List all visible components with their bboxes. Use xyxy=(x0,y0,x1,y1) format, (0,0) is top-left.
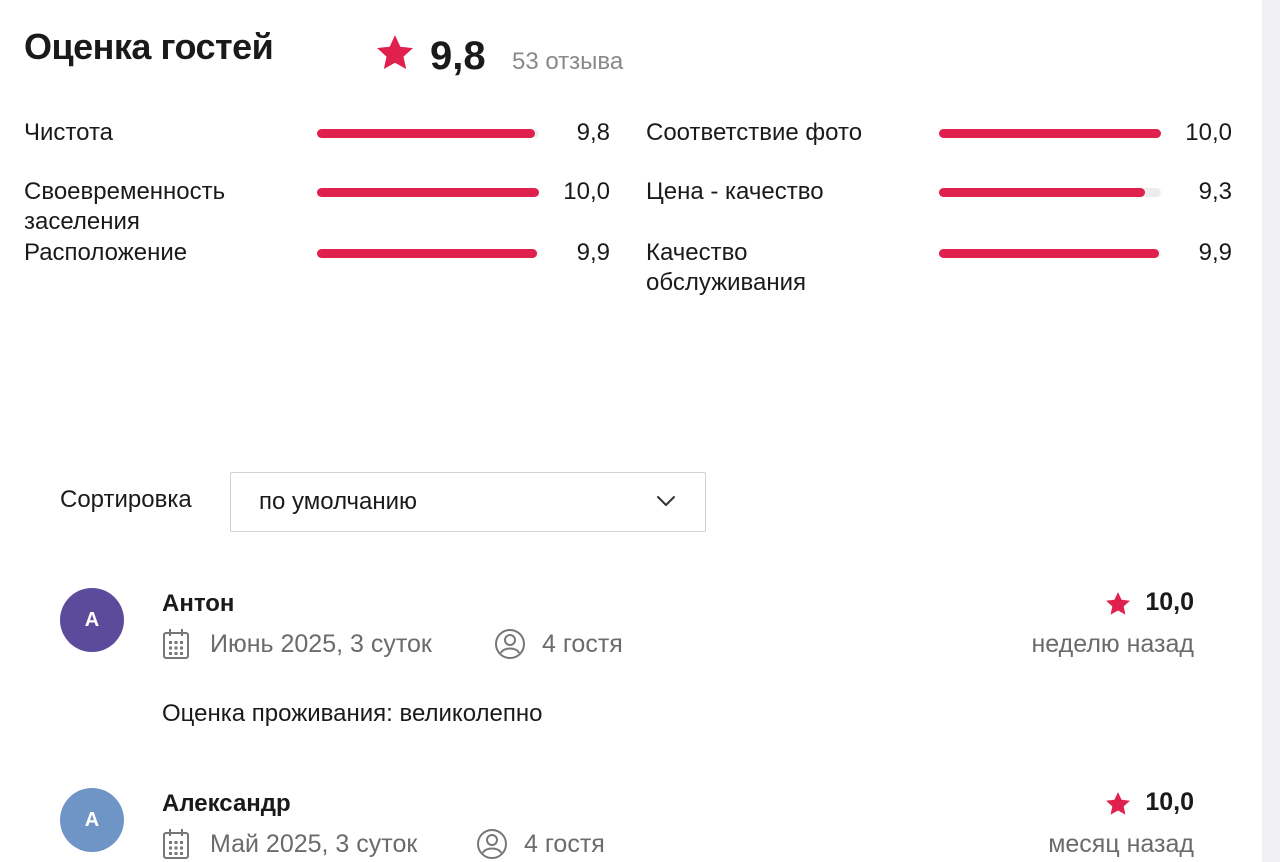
star-icon xyxy=(1106,792,1130,815)
metric-bar-fill xyxy=(317,249,537,258)
sort-select[interactable]: по умолчанию xyxy=(230,472,706,532)
avatar: А xyxy=(60,588,124,652)
review-item: А Александр Май 2025, 3 суток 4 гостя 10… xyxy=(60,788,1200,862)
metric-photo-match: Соответствие фото 10,0 xyxy=(646,118,1236,178)
metric-value: 9,9 xyxy=(576,239,610,266)
review-time-ago: неделю назад xyxy=(1031,630,1195,658)
metric-value: 9,8 xyxy=(576,119,610,146)
metric-cleanliness: Чистота 9,8 xyxy=(24,118,614,178)
user-circle-icon xyxy=(477,829,507,859)
calendar-icon xyxy=(163,629,189,659)
rating-header: Оценка гостей 9,8 53 отзыва xyxy=(24,24,724,84)
metric-bar xyxy=(939,249,1161,258)
metric-value: 10,0 xyxy=(563,178,610,205)
review-time-ago: месяц назад xyxy=(1048,830,1194,858)
user-circle-icon xyxy=(495,629,525,659)
metric-label: Своевременность заселения xyxy=(24,178,226,235)
star-icon xyxy=(1106,592,1130,615)
sort-label: Сортировка xyxy=(60,486,192,513)
review-item: А Антон Июнь 2025, 3 суток 4 гостя 10,0 … xyxy=(60,588,1200,738)
sort-selected-value: по умолчанию xyxy=(259,488,418,515)
metric-label: Чистота xyxy=(24,119,114,146)
metric-checkin-timeliness: Своевременность заселения 10,0 xyxy=(24,177,614,237)
star-icon xyxy=(377,35,413,70)
reviews-count: 53 отзыва xyxy=(512,48,624,75)
review-score-value: 10,0 xyxy=(1145,588,1194,616)
metric-bar-fill xyxy=(317,129,535,138)
review-score-value: 10,0 xyxy=(1145,788,1194,816)
metric-label: Цена - качество xyxy=(646,178,824,205)
guests-count: 4 гостя xyxy=(524,830,605,858)
stay-date: Май 2025, 3 суток xyxy=(210,830,418,858)
metric-bar-fill xyxy=(939,188,1146,197)
scrollbar-track[interactable] xyxy=(1262,0,1280,862)
metric-bar xyxy=(939,188,1161,197)
calendar-icon xyxy=(163,829,189,859)
metric-bar-fill xyxy=(939,249,1159,258)
metric-label: Расположение xyxy=(24,239,188,266)
metric-bar xyxy=(317,129,539,138)
chevron-down-icon xyxy=(657,496,675,506)
metric-value: 9,3 xyxy=(1198,178,1232,205)
metric-location: Расположение 9,9 xyxy=(24,238,614,298)
overall-score: 9,8 xyxy=(430,34,486,78)
reviewer-name: Александр xyxy=(162,790,291,817)
metric-label: Качество обслуживания xyxy=(646,239,807,296)
review-text: Оценка проживания: великолепно xyxy=(162,700,543,727)
section-title: Оценка гостей xyxy=(24,26,274,67)
reviewer-name: Антон xyxy=(162,590,235,617)
guests-count: 4 гостя xyxy=(542,630,623,658)
metric-bar xyxy=(317,188,539,197)
metric-bar-fill xyxy=(939,129,1161,138)
metric-bar-fill xyxy=(317,188,539,197)
metric-value: 9,9 xyxy=(1198,239,1232,266)
metric-value: 10,0 xyxy=(1185,119,1232,146)
metric-bar xyxy=(939,129,1161,138)
metric-label: Соответствие фото xyxy=(646,119,863,146)
metric-price-quality: Цена - качество 9,3 xyxy=(646,177,1236,237)
metric-service-quality: Качество обслуживания 9,9 xyxy=(646,238,1236,298)
stay-date: Июнь 2025, 3 суток xyxy=(210,630,432,658)
metric-bar xyxy=(317,249,539,258)
avatar: А xyxy=(60,788,124,852)
